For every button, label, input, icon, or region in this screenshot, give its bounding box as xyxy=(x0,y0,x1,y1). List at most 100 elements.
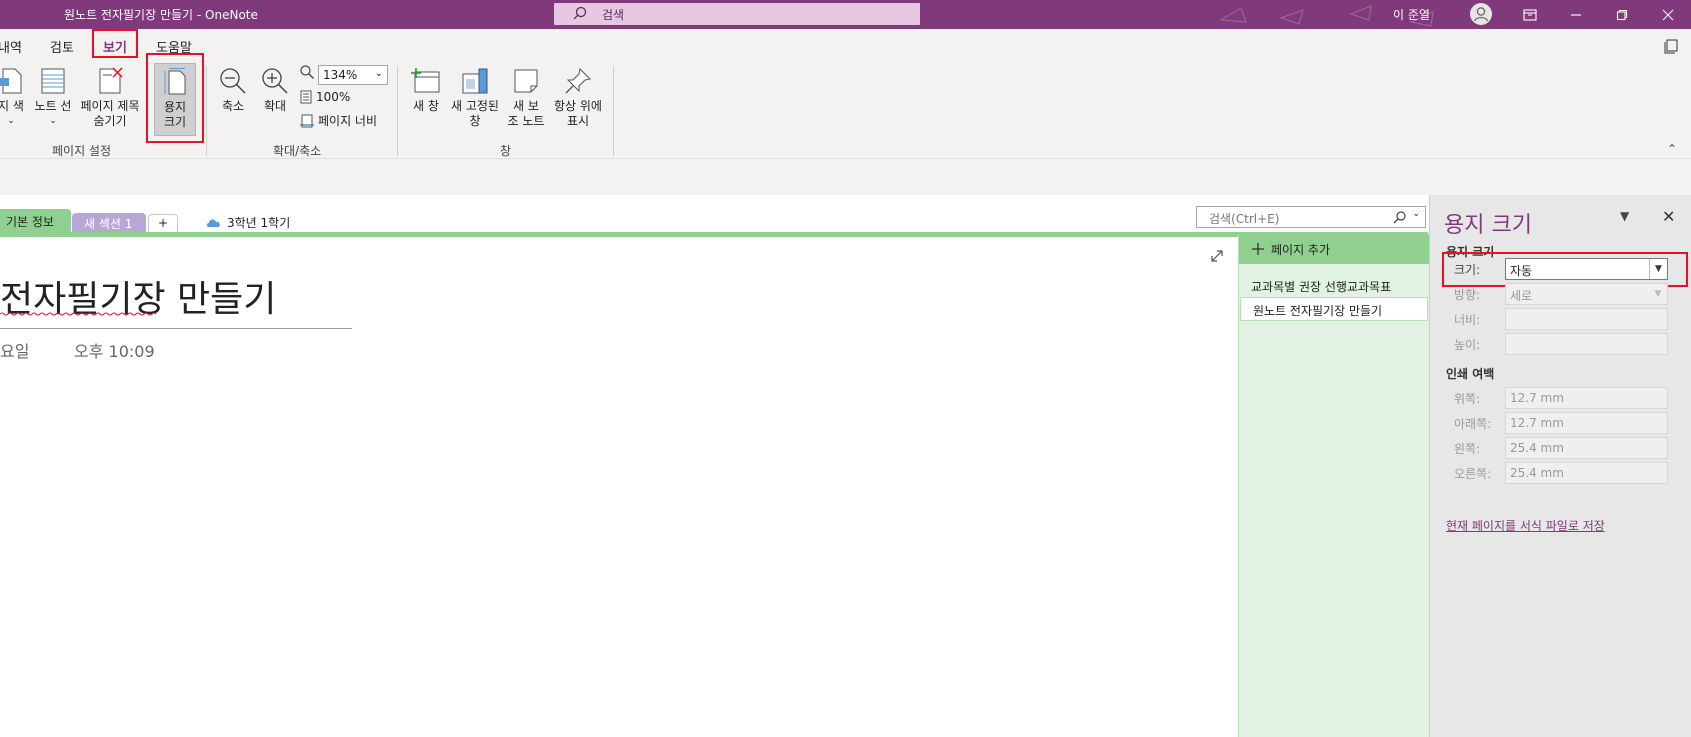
page-date: 요일 xyxy=(0,342,30,361)
group-label-zoom: 확대/축소 xyxy=(273,144,322,158)
restore-button[interactable] xyxy=(1599,0,1645,29)
paper-size-pane: 용지 크기 ▼ ✕ 용지 크기 크기: 자동 ▼ 방향: 세로 ▼ 너비: 높이… xyxy=(1429,195,1691,737)
page-color-button[interactable]: 지 색 ⌄ xyxy=(0,66,28,129)
ribbon-sub-area xyxy=(0,159,1691,195)
collapse-ribbon-icon[interactable]: ⌃ xyxy=(1667,142,1677,156)
close-button[interactable] xyxy=(1645,0,1691,29)
hide-page-title-button[interactable]: 페이지 제목 숨기기 xyxy=(76,66,144,129)
new-window-label: 새 창 xyxy=(413,99,439,113)
zoom-out-icon xyxy=(220,68,246,94)
window-title: 원노트 전자필기장 만들기 - OneNote xyxy=(64,8,258,22)
avatar[interactable] xyxy=(1470,3,1492,25)
page-item-onenote-notebook[interactable]: 원노트 전자필기장 만들기 xyxy=(1240,297,1428,321)
new-window-button[interactable]: 새 창 xyxy=(408,66,444,114)
notifications-icon[interactable] xyxy=(1663,38,1679,54)
section-tab-label: 기본 정보 xyxy=(6,215,54,229)
top-margin-value: 12.7 mm xyxy=(1510,391,1564,405)
pane-close-icon[interactable]: ✕ xyxy=(1662,207,1675,226)
paper-pane-title: 용지 크기 xyxy=(1444,213,1532,238)
expand-icon[interactable] xyxy=(1210,249,1224,263)
new-docked-window-button[interactable]: 새 고정된 창 xyxy=(448,66,502,129)
left-margin-value: 25.4 mm xyxy=(1510,441,1564,455)
new-side-note-label-2: 조 노트 xyxy=(507,114,545,128)
ribbon-separator xyxy=(206,66,207,156)
left-margin-input[interactable]: 25.4 mm xyxy=(1505,437,1668,459)
ribbon-tabs: 내역 검토 보기 도움말 xyxy=(0,29,1691,58)
zoom-level-value: 134% xyxy=(323,68,358,82)
page-item-subject-prereq[interactable]: 교과목별 권장 선행교과목표 xyxy=(1239,274,1430,298)
user-icon xyxy=(1473,7,1489,22)
rule-lines-button[interactable]: 노트 선 ⌄ xyxy=(32,66,74,129)
width-label: 너비: xyxy=(1454,313,1481,327)
page-width-label: 페이지 너비 xyxy=(318,114,378,128)
page-width-button[interactable]: 페이지 너비 xyxy=(300,112,377,129)
zoom-in-button[interactable]: 확대 xyxy=(258,66,292,114)
section-tab-new-section[interactable]: 새 섹션 1 xyxy=(72,213,146,233)
notebook-cloud-icon xyxy=(206,218,220,227)
spellcheck-squiggle-icon xyxy=(0,312,157,316)
notebook-search-input[interactable]: 검색(Ctrl+E) ⌄ xyxy=(1196,206,1426,228)
plus-icon xyxy=(1252,243,1264,255)
top-margin-label: 위쪽: xyxy=(1454,392,1481,406)
group-label-window: 창 xyxy=(500,144,512,158)
zoom-in-icon xyxy=(262,68,288,94)
notebook-name-label: 3학년 1학기 xyxy=(227,216,291,230)
ribbon-display-options-button[interactable] xyxy=(1507,0,1553,29)
close-icon xyxy=(1662,9,1674,20)
minimize-button[interactable] xyxy=(1553,0,1599,29)
bottom-margin-input[interactable]: 12.7 mm xyxy=(1505,412,1668,434)
title-underline xyxy=(0,328,352,329)
add-section-button[interactable]: + xyxy=(148,214,179,233)
search-placeholder: 검색 xyxy=(602,8,625,22)
bottom-margin-value: 12.7 mm xyxy=(1510,416,1564,430)
add-section-label: + xyxy=(158,216,169,230)
search-icon xyxy=(1393,211,1406,224)
zoom-out-button[interactable]: 축소 xyxy=(216,66,250,114)
save-as-template-link[interactable]: 현재 페이지를 서식 파일로 저장 xyxy=(1446,517,1605,534)
highlight-box-size-select xyxy=(1442,252,1688,287)
page-color-label: 지 색 xyxy=(0,99,24,113)
highlight-box-paper-size xyxy=(146,53,204,143)
orientation-value: 세로 xyxy=(1510,289,1533,303)
height-input[interactable] xyxy=(1505,333,1668,355)
orientation-select[interactable]: 세로 ▼ xyxy=(1505,283,1668,305)
hide-title-icon xyxy=(99,67,123,94)
rule-lines-icon xyxy=(41,68,65,94)
chevron-down-icon: ⌄ xyxy=(49,116,57,126)
new-side-note-button[interactable]: 새 보 조 노트 xyxy=(506,66,546,129)
tab-review[interactable]: 검토 xyxy=(50,37,74,56)
chevron-down-icon: ⌄ xyxy=(374,68,383,79)
ribbon-separator xyxy=(613,66,614,156)
add-page-button[interactable]: 페이지 추가 xyxy=(1239,234,1430,264)
page-list-pane: 페이지 추가 교과목별 권장 선행교과목표 원노트 전자필기장 만들기 xyxy=(1238,234,1430,737)
page-width-icon xyxy=(300,114,314,127)
tab-history[interactable]: 내역 xyxy=(0,37,22,56)
pane-options-icon[interactable]: ▼ xyxy=(1620,209,1629,223)
bottom-margin-label: 아래쪽: xyxy=(1454,417,1492,431)
rule-lines-label: 노트 선 xyxy=(34,99,72,113)
tell-me-search[interactable]: 검색 xyxy=(554,3,920,25)
page-time: 오후 10:09 xyxy=(74,342,155,361)
chevron-down-icon[interactable]: ⌄ xyxy=(1412,209,1420,219)
notebook-name[interactable]: 3학년 1학기 xyxy=(206,214,290,231)
section-tab-basic-info[interactable]: 기본 정보 xyxy=(0,209,71,233)
zoom-level-select[interactable]: 134% ⌄ xyxy=(318,65,388,85)
hide-title-label-1: 페이지 제목 xyxy=(80,99,140,113)
section-tabs-bar: 기본 정보 새 섹션 1 + 3학년 1학기 xyxy=(0,206,1238,234)
new-window-icon xyxy=(411,68,440,93)
always-on-top-label-1: 항상 위에 xyxy=(554,99,602,113)
chevron-down-icon: ⌄ xyxy=(7,116,15,126)
zoom-100-button[interactable]: 100% xyxy=(300,90,350,104)
width-input[interactable] xyxy=(1505,308,1668,330)
right-margin-input[interactable]: 25.4 mm xyxy=(1505,462,1668,484)
always-on-top-button[interactable]: 항상 위에 표시 xyxy=(550,66,606,129)
notebook-search-placeholder: 검색(Ctrl+E) xyxy=(1209,212,1280,226)
zoom-out-label: 축소 xyxy=(221,99,245,113)
top-margin-input[interactable]: 12.7 mm xyxy=(1505,387,1668,409)
print-margins-heading: 인쇄 여백 xyxy=(1446,367,1495,381)
orientation-label: 방향: xyxy=(1454,288,1481,302)
user-name[interactable]: 이 준열 xyxy=(1393,6,1430,23)
ribbon-separator xyxy=(397,66,398,156)
new-docked-label-2: 창 xyxy=(469,114,481,128)
side-note-icon xyxy=(514,69,538,93)
